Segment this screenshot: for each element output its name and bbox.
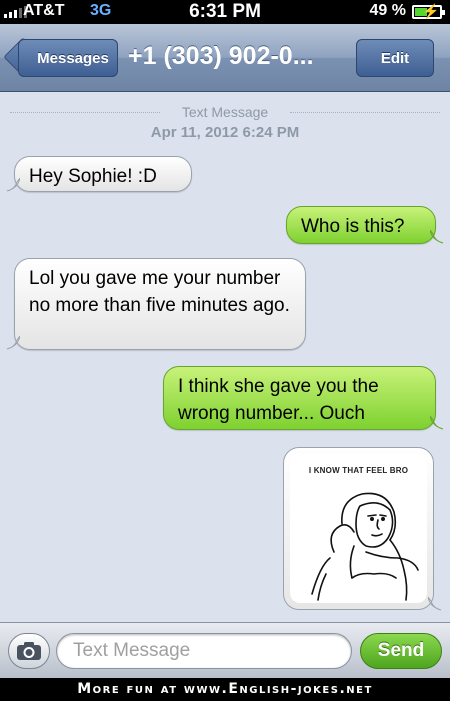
watermark-footer: More fun at www.English-jokes.net (0, 678, 450, 701)
bubble-tail-icon (430, 416, 444, 430)
thread-type-label: Text Message (181, 104, 269, 120)
message-thread[interactable]: Text Message Apr 11, 2012 6:24 PM Hey So… (0, 92, 450, 622)
camera-button[interactable] (8, 633, 50, 669)
message-text: I think she gave you the wrong number...… (178, 376, 379, 424)
bubble-tail-icon (428, 597, 442, 611)
bubble-tail-icon (430, 230, 444, 244)
hug-drawing-icon (311, 492, 419, 601)
thread-header: Text Message (0, 104, 450, 120)
message-text: Who is this? (301, 216, 405, 237)
incoming-message[interactable]: Lol you gave me your number no more than… (14, 258, 306, 350)
bubble-tail-icon (6, 178, 20, 192)
bubble-tail-icon (6, 336, 20, 350)
message-text: Hey Sophie! :D (29, 166, 157, 187)
conversation-title: +1 (303) 902-0... (128, 42, 314, 70)
navigation-bar: Messages +1 (303) 902-0... Edit (0, 24, 450, 92)
charging-bolt-icon: ⚡ (422, 3, 440, 19)
meme-image[interactable]: I KNOW THAT FEEL BRO (290, 454, 427, 603)
incoming-message[interactable]: Hey Sophie! :D (14, 156, 192, 192)
message-text-input[interactable] (56, 633, 352, 669)
battery-icon: ⚡ (412, 3, 445, 19)
outgoing-message[interactable]: I think she gave you the wrong number...… (163, 366, 436, 430)
message-text: Lol you gave me your number no more than… (29, 268, 290, 316)
camera-icon (17, 642, 41, 660)
edit-button[interactable]: Edit (356, 39, 434, 77)
messages-back-button[interactable]: Messages (18, 39, 118, 77)
compose-bar: Send (0, 622, 450, 678)
outgoing-message[interactable]: Who is this? (286, 206, 436, 244)
battery-percent: 49 % (369, 2, 406, 19)
send-button[interactable]: Send (360, 633, 442, 669)
outgoing-image-message[interactable]: I KNOW THAT FEEL BRO (283, 447, 434, 610)
thread-timestamp: Apr 11, 2012 6:24 PM (150, 124, 300, 141)
status-bar: AT&T 3G 6:31 PM 49 % ⚡ (0, 0, 450, 24)
